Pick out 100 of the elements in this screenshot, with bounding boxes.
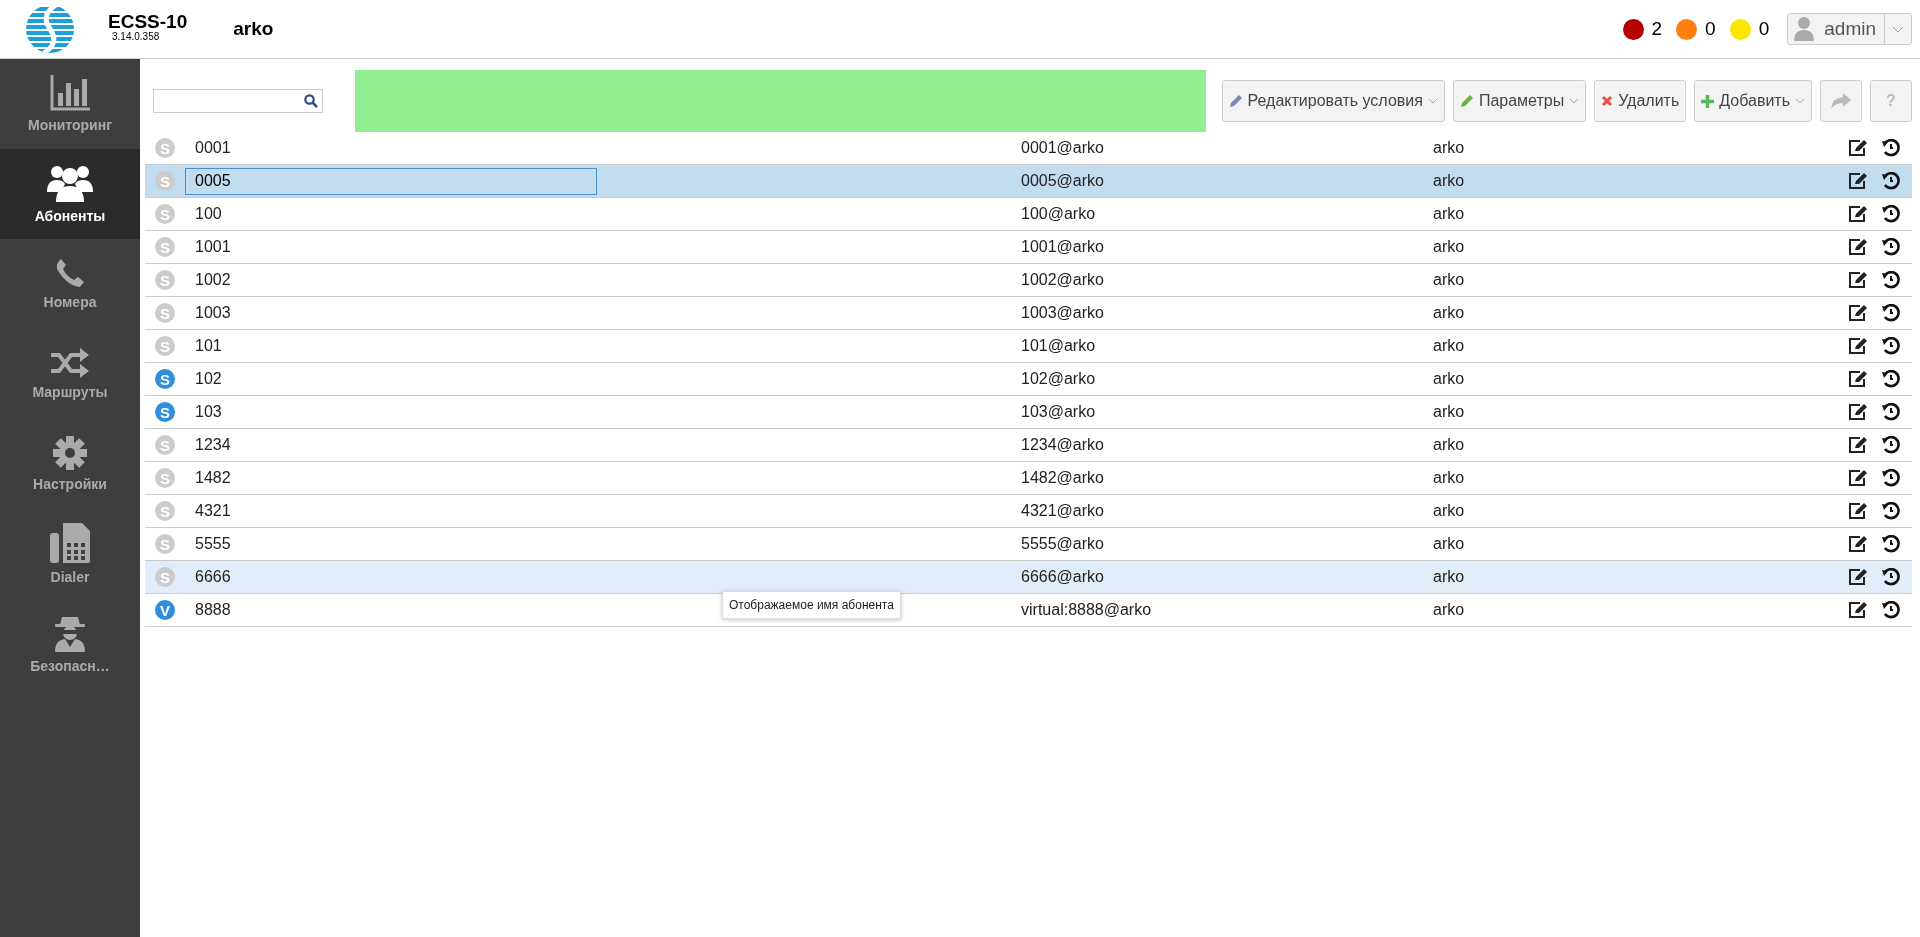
- shuffle-icon: [51, 348, 89, 378]
- edit-icon[interactable]: [1848, 535, 1868, 553]
- table-cell-text: 101@arko: [1021, 337, 1097, 355]
- table-cell-text: arko: [1433, 535, 1466, 553]
- history-icon[interactable]: [1882, 436, 1900, 454]
- nav-item[interactable]: Абоненты: [0, 149, 140, 239]
- edit-icon[interactable]: [1848, 568, 1868, 586]
- table-row[interactable]: S 103 103@arko arko: [145, 396, 1912, 429]
- table-cell-text: 1003: [194, 304, 231, 321]
- alarm-count: 0: [1705, 18, 1716, 40]
- table-cell-text: arko: [1433, 139, 1466, 157]
- history-icon[interactable]: [1882, 469, 1900, 487]
- history-icon[interactable]: [1882, 205, 1900, 223]
- nav-item[interactable]: Настройки: [0, 419, 140, 509]
- edit-icon[interactable]: [1848, 601, 1868, 619]
- edit-icon[interactable]: [1848, 172, 1868, 190]
- params-button[interactable]: Параметры: [1452, 80, 1587, 122]
- edit-icon[interactable]: [1848, 436, 1868, 454]
- history-icon[interactable]: [1882, 337, 1900, 355]
- table-cell-text: 1482@arko: [1021, 469, 1105, 487]
- table-cell-text: 8888: [194, 601, 231, 618]
- add-button[interactable]: Добавить: [1694, 80, 1812, 122]
- share-arrow-icon: [1831, 93, 1851, 109]
- nav-item[interactable]: Маршруты: [0, 329, 140, 419]
- history-icon[interactable]: [1882, 601, 1900, 619]
- edit-icon[interactable]: [1848, 271, 1868, 289]
- table-cell-text: arko: [1433, 370, 1466, 388]
- edit-icon[interactable]: [1848, 403, 1868, 421]
- edit-icon[interactable]: [1848, 139, 1868, 157]
- edit-button[interactable]: Редактировать условия: [1221, 80, 1445, 122]
- table-cell-text: 1002: [194, 271, 231, 288]
- history-icon[interactable]: [1882, 403, 1900, 421]
- table-cell-text: 1234: [194, 436, 231, 453]
- table-cell-text: 100@arko: [1021, 205, 1097, 223]
- table-cell-text: arko: [1433, 172, 1466, 190]
- chevron-down-icon: [1892, 25, 1904, 33]
- edit-icon[interactable]: [1848, 502, 1868, 520]
- table-cell-text: 1001: [194, 238, 231, 255]
- bar-chart-icon: [50, 75, 90, 111]
- domain-name: arko: [233, 18, 274, 40]
- status-badge: V: [155, 600, 175, 620]
- history-icon[interactable]: [1882, 535, 1900, 553]
- edit-icon[interactable]: [1848, 337, 1868, 355]
- name-input[interactable]: 0005: [185, 167, 597, 195]
- search-field[interactable]: [153, 89, 323, 113]
- history-icon[interactable]: [1882, 304, 1900, 322]
- table-cell-text: arko: [1433, 502, 1466, 520]
- table-cell-text: 1234@arko: [1021, 436, 1105, 454]
- table-cell-text: 5555: [194, 535, 231, 552]
- table-cell-text: 103@arko: [1021, 403, 1097, 421]
- table-row[interactable]: S 102 102@arko arko: [145, 363, 1912, 396]
- edit-icon[interactable]: [1848, 238, 1868, 256]
- history-icon[interactable]: [1882, 568, 1900, 586]
- table-cell-text: arko: [1433, 469, 1466, 487]
- history-icon[interactable]: [1882, 271, 1900, 289]
- history-icon[interactable]: [1882, 139, 1900, 157]
- table-cell-text: arko: [1433, 337, 1466, 355]
- version-label: 3.14.0.358: [112, 32, 160, 42]
- history-icon[interactable]: [1882, 502, 1900, 520]
- chevron-down-icon: [1427, 98, 1438, 104]
- history-icon[interactable]: [1882, 238, 1900, 256]
- table-cell-text: 102: [194, 370, 222, 387]
- pencil-icon: [1459, 94, 1474, 108]
- edit-icon[interactable]: [1848, 205, 1868, 223]
- delete-button[interactable]: Удалить: [1594, 80, 1687, 122]
- nav-item[interactable]: Мониторинг: [0, 59, 140, 149]
- edit-icon[interactable]: [1848, 469, 1868, 487]
- table-cell-text: 1001@arko: [1021, 238, 1105, 256]
- table-cell-text: 0001@arko: [1021, 139, 1105, 157]
- fax-icon: [50, 523, 90, 563]
- user-menu[interactable]: admin: [1787, 13, 1912, 45]
- phone-icon: [55, 258, 85, 288]
- pencil-icon: [1228, 94, 1243, 108]
- users-icon: [47, 164, 93, 202]
- table-cell-text: 0001: [194, 139, 231, 156]
- history-icon[interactable]: [1882, 172, 1900, 190]
- table-cell-text: 4321: [194, 502, 231, 519]
- tooltip: Отображаемое имя абонента: [722, 591, 901, 619]
- status-badge: S: [155, 402, 175, 422]
- edit-icon[interactable]: [1848, 304, 1868, 322]
- table-cell-text: 4321@arko: [1021, 502, 1105, 520]
- logo-icon: [26, 5, 74, 53]
- nav-item[interactable]: Номера: [0, 239, 140, 329]
- table-cell-text: arko: [1433, 403, 1466, 421]
- chevron-down-icon: [1795, 98, 1805, 104]
- table-cell-text: virtual:8888@arko: [1021, 601, 1153, 619]
- status-badge: S: [155, 369, 175, 389]
- table-cell-text: 101: [194, 337, 222, 354]
- table-cell-text: arko: [1433, 601, 1466, 619]
- table-cell-text: 6666@arko: [1021, 568, 1105, 586]
- alarm-count: 0: [1758, 18, 1770, 40]
- table-cell-text: arko: [1433, 436, 1466, 454]
- table-cell-text: 100: [194, 205, 222, 222]
- nav-item[interactable]: Dialer: [0, 509, 140, 599]
- history-icon[interactable]: [1882, 370, 1900, 388]
- search-icon: [304, 94, 318, 108]
- nav-item[interactable]: Безопасн…: [0, 599, 140, 689]
- table-cell-text: 1002@arko: [1021, 271, 1105, 289]
- table-cell-text: 102@arko: [1021, 370, 1097, 388]
- edit-icon[interactable]: [1848, 370, 1868, 388]
